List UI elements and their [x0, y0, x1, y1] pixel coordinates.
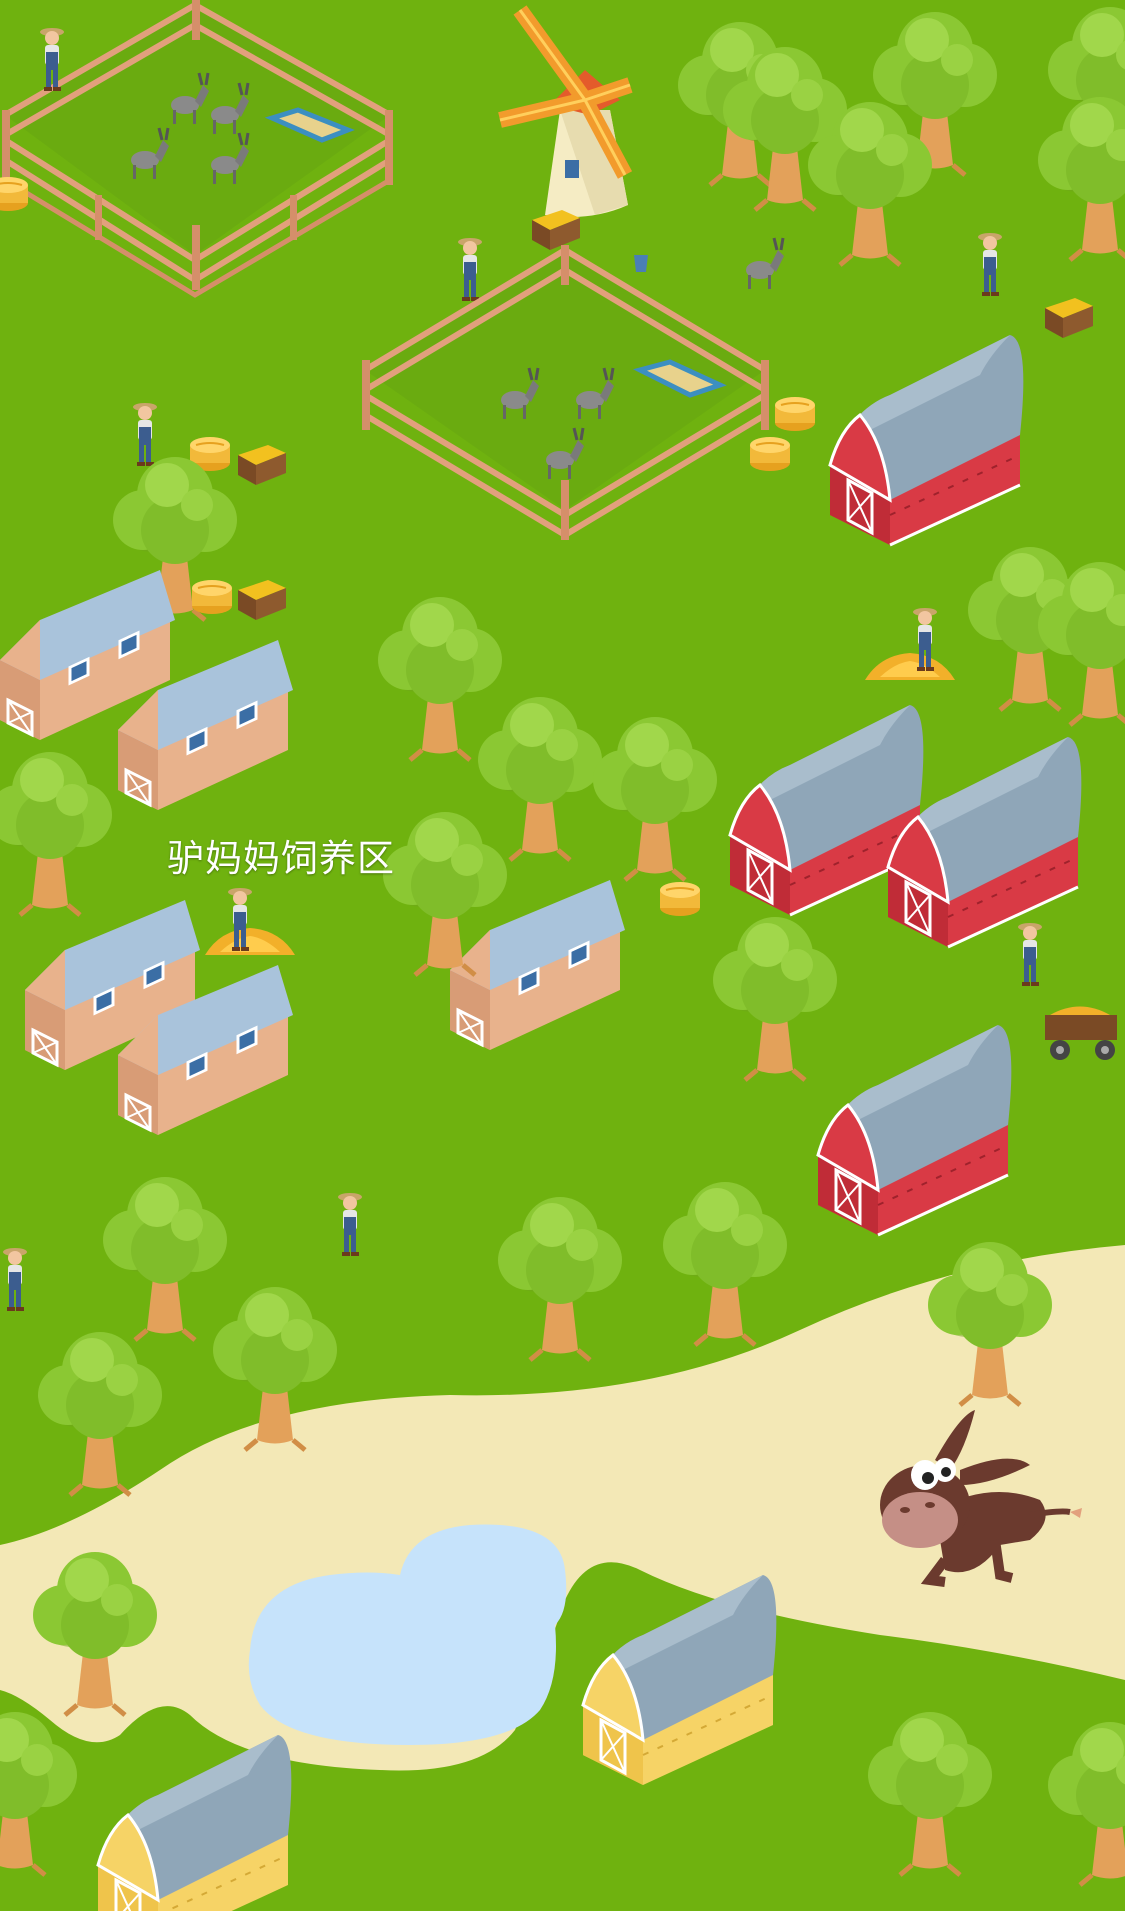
tree-icon	[1048, 1722, 1125, 1885]
tree-icon	[663, 1182, 787, 1345]
hay-wagon-icon[interactable]	[1045, 1006, 1117, 1061]
farmer-icon[interactable]	[458, 238, 482, 301]
hay-bale-icon	[0, 176, 29, 212]
hay-crate-icon	[238, 445, 286, 485]
windmill-icon[interactable]	[498, 5, 633, 218]
farm-map-canvas	[0, 0, 1125, 1911]
red-barn[interactable]	[816, 1023, 1013, 1237]
resting-farmer-icon[interactable]	[978, 233, 1002, 296]
tree-icon	[593, 717, 717, 880]
hay-bale-icon	[774, 396, 816, 432]
tree-icon	[478, 697, 602, 860]
farmer-icon[interactable]	[338, 1193, 362, 1256]
hay-crate-icon	[1045, 298, 1093, 338]
farmer-icon[interactable]	[133, 403, 157, 466]
hay-bale-icon	[659, 881, 701, 917]
donkey-pen-north[interactable]	[2, 0, 393, 298]
hay-pile-icon	[205, 928, 295, 955]
yellow-barn[interactable]	[581, 1573, 778, 1787]
red-barn[interactable]	[828, 333, 1025, 547]
hay-bale-icon	[749, 436, 791, 472]
tree-icon	[0, 1712, 77, 1875]
tree-icon	[498, 1197, 622, 1360]
tree-icon	[378, 597, 502, 760]
farm-map: 驴妈妈饲养区	[0, 0, 1125, 1911]
yellow-barn[interactable]	[96, 1733, 293, 1911]
tree-icon	[38, 1332, 162, 1495]
tree-icon	[868, 1712, 992, 1875]
area-title: 驴妈妈饲养区	[167, 837, 395, 880]
donkey-pen-central[interactable]	[362, 245, 769, 540]
hay-crate-icon	[532, 210, 580, 250]
tree-icon	[0, 752, 112, 915]
donkey-icon[interactable]	[744, 236, 786, 291]
hay-crate-icon	[238, 580, 286, 620]
resting-farmer-icon[interactable]	[1018, 923, 1042, 986]
tree-icon	[713, 917, 837, 1080]
hay-pile-icon	[865, 653, 955, 680]
tree-icon	[103, 1177, 227, 1340]
tree-icon	[1038, 97, 1125, 260]
bucket-icon	[634, 255, 648, 272]
hay-bale-icon	[191, 579, 233, 615]
farmer-icon[interactable]	[3, 1248, 27, 1311]
